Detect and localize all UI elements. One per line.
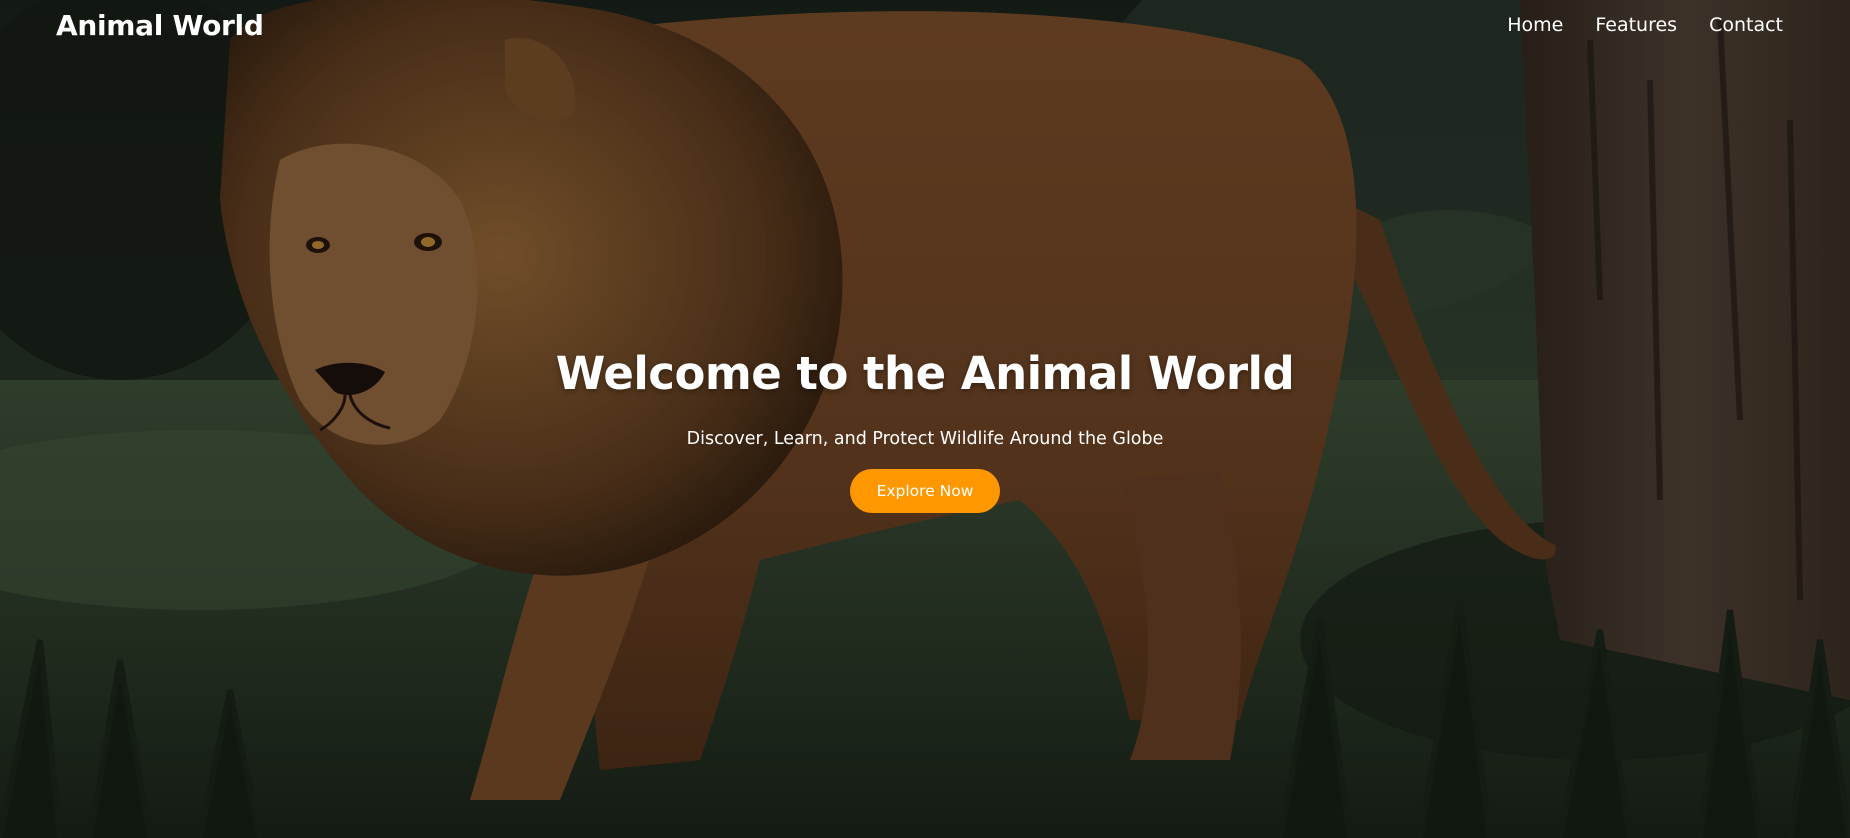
nav-link-contact[interactable]: Contact [1709, 14, 1783, 36]
nav-item-home: Home [1507, 12, 1563, 38]
nav-links: Home Features Contact [1507, 12, 1783, 38]
nav-link-features[interactable]: Features [1595, 14, 1677, 36]
hero-content: Welcome to the Animal World Discover, Le… [0, 342, 1850, 513]
hero-subtitle: Discover, Learn, and Protect Wildlife Ar… [686, 429, 1164, 449]
top-navbar: Animal World Home Features Contact [0, 0, 1850, 50]
hero-section: Animal World Home Features Contact Welco… [0, 0, 1850, 838]
explore-now-button[interactable]: Explore Now [849, 469, 1001, 513]
brand-logo-text[interactable]: Animal World [56, 9, 264, 43]
nav-link-home[interactable]: Home [1507, 14, 1563, 36]
nav-item-contact: Contact [1709, 12, 1783, 38]
hero-title: Welcome to the Animal World [555, 347, 1295, 400]
nav-item-features: Features [1595, 12, 1677, 38]
